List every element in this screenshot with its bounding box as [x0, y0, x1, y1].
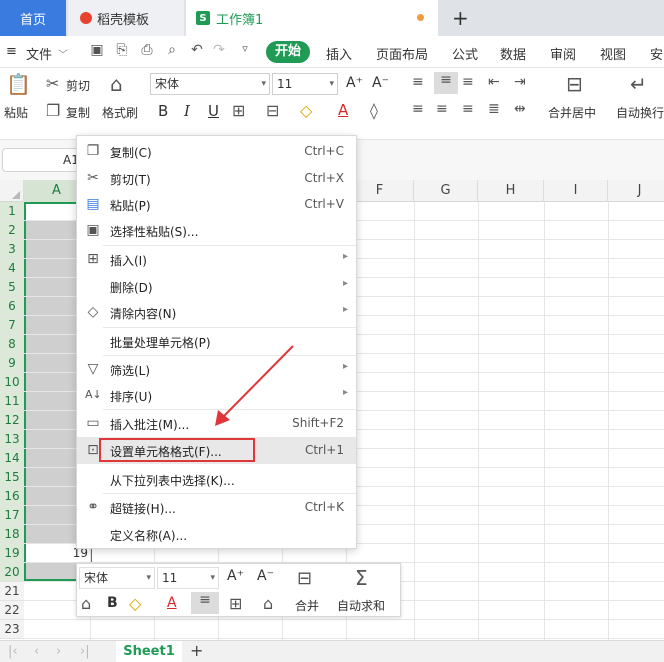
prev-sheet-icon[interactable]: ‹: [34, 644, 39, 659]
mini-grow-font-button[interactable]: A⁺: [227, 568, 244, 584]
mini-format-painter-icon[interactable]: ⌂: [81, 594, 91, 613]
add-sheet-button[interactable]: +: [190, 641, 203, 660]
sheet-tab-sheet1[interactable]: Sheet1: [116, 641, 182, 662]
mini-toolbar: 宋体 ▾ 11 ▾ A⁺ A⁻ ⊟ Σ ⌂ B ◇ A ≡ ⊞ ⌂ 合并 自动求…: [76, 563, 401, 617]
mini-merge-icon[interactable]: ⊟: [297, 568, 312, 589]
mini-font-size-select[interactable]: 11 ▾: [157, 567, 219, 589]
mini-font-name-value: 宋体: [84, 571, 109, 585]
mini-font-color-button[interactable]: A: [167, 595, 177, 611]
mini-fill-color-icon[interactable]: ◇: [129, 594, 141, 613]
chevron-down-icon: ▾: [210, 573, 215, 583]
mini-shrink-font-button[interactable]: A⁻: [257, 568, 274, 584]
spreadsheet-app: 首页 稻壳模板 S 工作簿1 + ≡ 文件 ﹀ ▣ ⎘ ⎙ ⌕ ↶ ↷ ▿ 开始…: [0, 0, 664, 662]
mini-borders-icon[interactable]: ⊞: [229, 594, 242, 613]
mini-merge-button[interactable]: 合并: [295, 597, 319, 614]
next-sheet-icon[interactable]: ›: [56, 644, 61, 659]
mini-font-size-value: 11: [162, 571, 178, 585]
sigma-icon[interactable]: Σ: [355, 566, 368, 590]
chevron-down-icon: ▾: [146, 573, 151, 583]
mini-align-icon[interactable]: ≡: [191, 592, 219, 614]
mini-autosum-button[interactable]: 自动求和: [337, 597, 385, 614]
first-sheet-icon[interactable]: |‹: [8, 644, 18, 659]
mini-font-name-select[interactable]: 宋体 ▾: [79, 567, 155, 589]
last-sheet-icon[interactable]: ›|: [80, 644, 90, 659]
mini-bold-button[interactable]: B: [107, 595, 118, 611]
mini-clear-icon[interactable]: ⌂: [263, 594, 273, 613]
sheet-tab-bar: |‹ ‹ › ›| Sheet1 +: [0, 640, 664, 662]
